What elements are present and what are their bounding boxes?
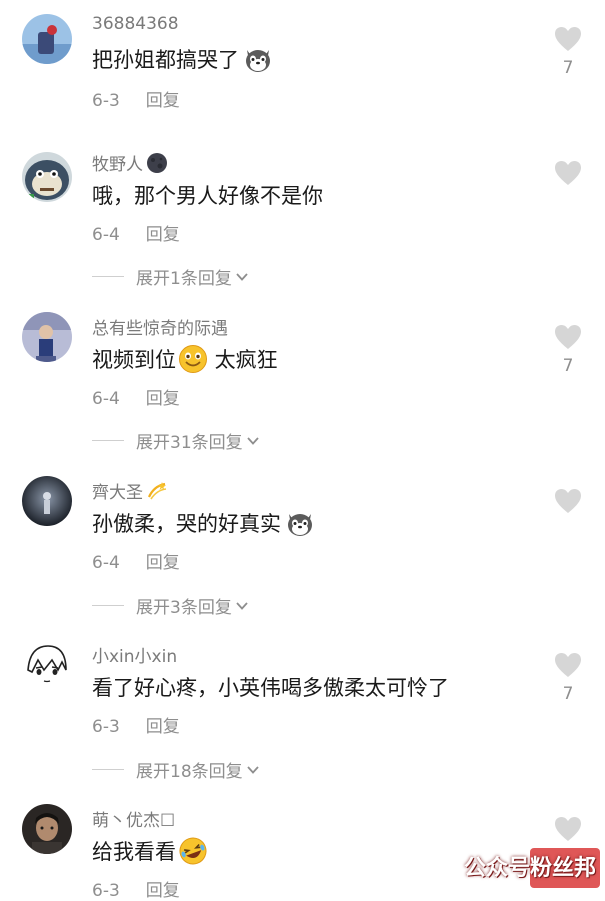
comment-meta: 6-3 回复 xyxy=(92,876,180,901)
reply-button[interactable]: 回复 xyxy=(146,553,180,573)
heart-icon xyxy=(555,653,581,677)
comment-text-part: 视频到位 xyxy=(92,348,176,372)
expand-replies-button[interactable]: 展开1条回复 xyxy=(92,264,249,289)
reply-button[interactable]: 回复 xyxy=(146,389,180,409)
comment-date: 6-4 xyxy=(92,553,120,573)
like-button[interactable] xyxy=(552,816,584,842)
comment-text-body: 孙傲柔，哭的好真实 xyxy=(92,512,281,536)
husky-face-emoji xyxy=(243,44,273,74)
heart-icon xyxy=(555,161,581,185)
divider-line xyxy=(92,605,124,606)
comment-date: 6-3 xyxy=(92,91,120,111)
like-button[interactable] xyxy=(552,488,584,514)
heart-icon xyxy=(555,27,581,51)
username-text: 齊大圣 xyxy=(92,483,143,503)
username[interactable]: 总有些惊奇的际遇 xyxy=(92,314,228,339)
rolling-laugh-emoji xyxy=(178,836,208,866)
avatar[interactable] xyxy=(22,476,72,526)
expand-label: 展开3条回复 xyxy=(136,598,232,618)
chevron-down-icon xyxy=(236,272,248,281)
comment-text: 视频到位 太疯狂 xyxy=(92,344,278,374)
username-text: 牧野人 xyxy=(92,155,143,175)
comment-date: 6-3 xyxy=(92,717,120,737)
like-button[interactable] xyxy=(552,324,584,350)
comment-date: 6-4 xyxy=(92,225,120,245)
like-button[interactable] xyxy=(552,160,584,186)
comment-text: 孙傲柔，哭的好真实 xyxy=(92,508,315,538)
dark-moon-emoji xyxy=(146,152,168,174)
username[interactable]: 牧野人 xyxy=(92,150,168,175)
comment-text-body: 给我看看 xyxy=(92,840,176,864)
avatar[interactable] xyxy=(22,14,72,64)
heart-icon xyxy=(555,817,581,841)
like-count: 7 xyxy=(562,58,574,78)
comment-text-body: 把孙姐都搞哭了 xyxy=(92,48,239,72)
comment-date: 6-3 xyxy=(92,881,120,901)
avatar[interactable] xyxy=(22,640,72,690)
comment-meta: 6-4 回复 xyxy=(92,548,180,573)
chevron-down-icon xyxy=(246,436,259,445)
reply-button[interactable]: 回复 xyxy=(146,717,180,737)
avatar[interactable] xyxy=(22,152,72,202)
expand-label: 展开1条回复 xyxy=(136,269,232,289)
expand-label: 展开31条回复 xyxy=(136,433,243,453)
like-count: 7 xyxy=(562,684,574,704)
comment-meta: 6-4 回复 xyxy=(92,220,180,245)
comment-meta: 6-4 回复 xyxy=(92,384,180,409)
like-count: 7 xyxy=(562,356,574,376)
comment-meta: 6-3 回复 xyxy=(92,86,180,111)
grinning-face-emoji xyxy=(178,344,208,374)
comment-meta: 6-3 回复 xyxy=(92,712,180,737)
like-button[interactable] xyxy=(552,652,584,678)
avatar[interactable] xyxy=(22,312,72,362)
comment-text: 把孙姐都搞哭了 xyxy=(92,44,273,74)
expand-replies-button[interactable]: 展开3条回复 xyxy=(92,593,249,618)
heart-icon xyxy=(555,489,581,513)
watermark-text: 公众号粉丝邦 xyxy=(464,855,597,880)
expand-label: 展开18条回复 xyxy=(136,762,243,782)
reply-button[interactable]: 回复 xyxy=(146,881,180,901)
husky-face-emoji xyxy=(285,508,315,538)
comment-text-part: 太疯狂 xyxy=(208,348,278,372)
username[interactable]: 齊大圣 xyxy=(92,478,168,503)
divider-line xyxy=(92,276,124,277)
comment-text: 给我看看 xyxy=(92,836,208,866)
heart-icon xyxy=(555,325,581,349)
dizzy-emoji xyxy=(146,480,168,502)
expand-replies-button[interactable]: 展开18条回复 xyxy=(92,757,260,782)
comment-text: 哦，那个男人好像不是你 xyxy=(92,184,323,208)
avatar[interactable] xyxy=(22,804,72,854)
username[interactable]: 36884368 xyxy=(92,14,179,34)
expand-replies-button[interactable]: 展开31条回复 xyxy=(92,428,260,453)
chevron-down-icon xyxy=(246,765,259,774)
like-button[interactable] xyxy=(552,26,584,52)
username[interactable]: 小xin小xin xyxy=(92,642,177,667)
username[interactable]: 萌丶优杰☐ xyxy=(92,806,175,831)
reply-button[interactable]: 回复 xyxy=(146,225,180,245)
divider-line xyxy=(92,769,124,770)
chevron-down-icon xyxy=(236,601,248,610)
comment-text: 看了好心疼，小英伟喝多傲柔太可怜了 xyxy=(92,676,449,700)
comment-date: 6-4 xyxy=(92,389,120,409)
reply-button[interactable]: 回复 xyxy=(146,91,180,111)
divider-line xyxy=(92,440,124,441)
